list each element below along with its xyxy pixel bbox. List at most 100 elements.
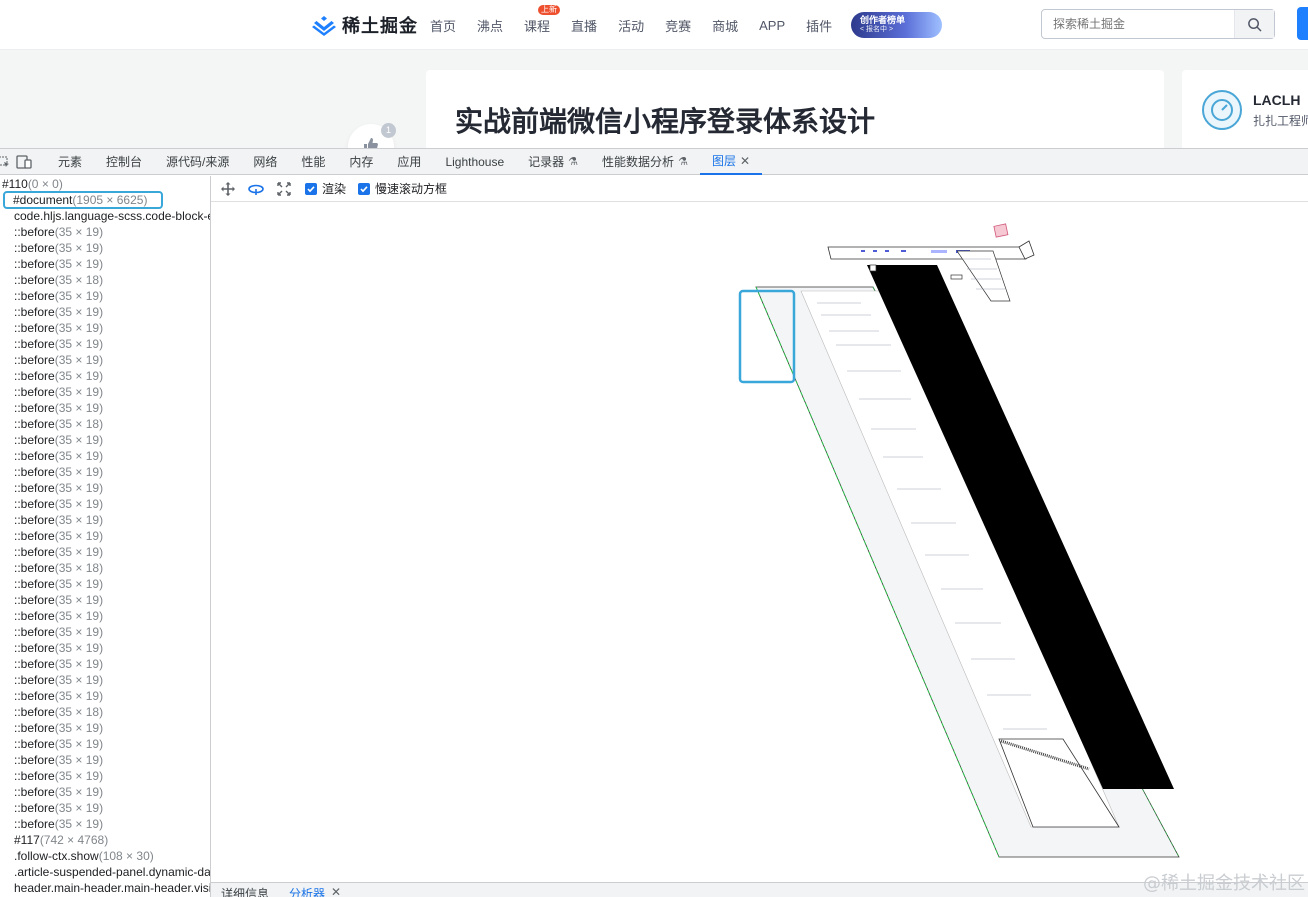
layer-tree-row[interactable]: ::before(35 × 19): [0, 320, 210, 336]
layer-tree-row[interactable]: ::before(35 × 19): [0, 224, 210, 240]
close-tab-icon[interactable]: ✕: [331, 885, 341, 897]
author-title: 扎扎工程师: [1253, 114, 1308, 128]
layer-tree-row[interactable]: ::before(35 × 19): [0, 688, 210, 704]
nav-item[interactable]: APP: [759, 18, 785, 33]
layer-tree-row[interactable]: ::before(35 × 19): [0, 352, 210, 368]
devtools-tab[interactable]: 源代码/来源: [154, 149, 241, 175]
nav-item[interactable]: 沸点: [477, 16, 503, 35]
nav-item[interactable]: 课程 上新: [524, 4, 561, 35]
creator-ranking-banner[interactable]: 创作者榜单 < 报名中 >: [851, 12, 942, 38]
device-toolbar-icon[interactable]: [16, 154, 32, 170]
nav-item[interactable]: 插件: [806, 16, 832, 35]
devtools-tab[interactable]: 元素: [46, 149, 94, 175]
layer-tree-row[interactable]: ::before(35 × 19): [0, 528, 210, 544]
devtools-tab[interactable]: Lighthouse: [433, 149, 516, 175]
layer-tree-row[interactable]: ::before(35 × 19): [0, 816, 210, 832]
nav-item[interactable]: 活动: [618, 16, 644, 35]
layer-size: (35 × 19): [54, 593, 104, 607]
layer-name: code.hljs.language-scss.code-block-exten…: [14, 209, 210, 223]
layer-tree-row[interactable]: ::before(35 × 19): [0, 752, 210, 768]
create-button-edge[interactable]: [1297, 7, 1308, 40]
close-tab-icon[interactable]: ✕: [740, 154, 750, 168]
pan-mode-button[interactable]: [219, 180, 237, 198]
layer-tree-row[interactable]: ::before(35 × 19): [0, 288, 210, 304]
layer-tree-row[interactable]: code.hljs.language-scss.code-block-exten…: [0, 208, 210, 224]
author-avatar[interactable]: [1202, 90, 1242, 130]
details-tab[interactable]: 详细信息: [211, 883, 279, 897]
layer-tree-row[interactable]: ::before(35 × 19): [0, 768, 210, 784]
layer-tree-row[interactable]: #110(0 × 0): [0, 176, 210, 192]
devtools-tab[interactable]: 记录器 ⚗: [516, 149, 590, 175]
checkbox-checked-icon: [358, 182, 371, 195]
layer-tree-row[interactable]: ::before(35 × 19): [0, 432, 210, 448]
layer-tree-row[interactable]: ::before(35 × 19): [0, 256, 210, 272]
nav-item[interactable]: 竞赛: [665, 16, 691, 35]
layer-tree-row[interactable]: ::before(35 × 18): [0, 704, 210, 720]
layer-tree-row[interactable]: ::before(35 × 19): [0, 304, 210, 320]
juejin-logo[interactable]: 稀土掘金: [311, 12, 418, 38]
layer-tree-row[interactable]: ::before(35 × 19): [0, 624, 210, 640]
layer-tree-row[interactable]: ::before(35 × 19): [0, 656, 210, 672]
layer-name: ::before: [14, 385, 55, 399]
layer-name: ::before: [14, 625, 55, 639]
layer-tree-row[interactable]: ::before(35 × 19): [0, 448, 210, 464]
layer-name: ::before: [14, 561, 55, 575]
layer-tree-row[interactable]: .follow-ctx.show(108 × 30): [0, 848, 210, 864]
layer-tree-row[interactable]: ::before(35 × 18): [0, 416, 210, 432]
nav-item-label: 沸点: [477, 18, 504, 34]
layer-tree[interactable]: #110(0 × 0) #document(1905 × 6625) code.hl…: [0, 176, 211, 897]
nav-item-label: 活动: [618, 18, 645, 34]
layer-tree-row[interactable]: ::before(35 × 19): [0, 784, 210, 800]
layer-size: (35 × 19): [54, 321, 104, 335]
layers-canvas[interactable]: [211, 203, 1308, 882]
nav-item[interactable]: 商城: [712, 16, 738, 35]
layer-tree-row[interactable]: ::before(35 × 19): [0, 368, 210, 384]
search-input[interactable]: [1042, 17, 1234, 31]
layer-tree-row[interactable]: ::before(35 × 19): [0, 640, 210, 656]
layer-tree-row[interactable]: ::before(35 × 18): [0, 272, 210, 288]
checkbox-checked-icon: [305, 182, 317, 195]
devtools-tab[interactable]: 性能: [289, 149, 337, 175]
author-name[interactable]: LACLH: [1253, 92, 1300, 108]
layer-tree-row[interactable]: header.main-header.main-header.visible: [0, 880, 210, 896]
layer-tree-row[interactable]: ::before(35 × 19): [0, 480, 210, 496]
layer-tree-row[interactable]: ::before(35 × 19): [0, 576, 210, 592]
nav-item-label: 直播: [571, 18, 598, 34]
layer-tree-row[interactable]: ::before(35 × 19): [0, 464, 210, 480]
layer-tree-row-selected[interactable]: #document(1905 × 6625): [3, 191, 163, 209]
layer-tree-row[interactable]: ::before(35 × 19): [0, 720, 210, 736]
layer-tree-row[interactable]: ::before(35 × 19): [0, 400, 210, 416]
details-tab[interactable]: 分析器 ✕: [279, 883, 351, 897]
search-button[interactable]: [1234, 10, 1274, 38]
layer-tree-row[interactable]: ::before(35 × 19): [0, 592, 210, 608]
layer-tree-row[interactable]: ::before(35 × 19): [0, 672, 210, 688]
rotate-mode-button[interactable]: [247, 180, 265, 198]
layer-tree-row[interactable]: ::before(35 × 19): [0, 512, 210, 528]
devtools-tab[interactable]: 内存: [337, 149, 385, 175]
layer-tree-row[interactable]: .article-suspended-panel.dynamic-data-re…: [0, 864, 210, 880]
slow-scroll-rects-checkbox[interactable]: 慢速滚动方框: [358, 180, 447, 197]
layer-tree-row[interactable]: ::before(35 × 19): [0, 800, 210, 816]
layer-tree-row[interactable]: ::before(35 × 18): [0, 560, 210, 576]
devtools-tab[interactable]: 图层 ✕: [699, 149, 763, 175]
layer-size: (35 × 19): [54, 465, 104, 479]
nav-item[interactable]: 首页: [430, 16, 456, 35]
layer-tree-row[interactable]: ::before(35 × 19): [0, 336, 210, 352]
layer-tree-row[interactable]: ::before(35 × 19): [0, 608, 210, 624]
devtools-tab[interactable]: 控制台: [94, 149, 154, 175]
layer-tree-row[interactable]: ::before(35 × 19): [0, 736, 210, 752]
devtools-tab[interactable]: 网络: [241, 149, 289, 175]
inspect-element-icon[interactable]: [0, 154, 12, 170]
nav-item[interactable]: 直播: [571, 16, 597, 35]
layer-tree-row[interactable]: ::before(35 × 19): [0, 240, 210, 256]
render-checkbox[interactable]: 渲染: [305, 180, 346, 197]
reset-transform-button[interactable]: [275, 180, 293, 198]
layer-tree-row[interactable]: #117(742 × 4768): [0, 832, 210, 848]
layer-tree-row[interactable]: ::before(35 × 19): [0, 544, 210, 560]
devtools-tab[interactable]: 性能数据分析 ⚗: [590, 149, 700, 175]
devtools-tab[interactable]: 应用: [385, 149, 433, 175]
layer-tree-row[interactable]: ::before(35 × 19): [0, 384, 210, 400]
layer-tree-row[interactable]: ::before(35 × 19): [0, 496, 210, 512]
layer-size: (35 × 19): [54, 673, 104, 687]
devtools-tab-label: 性能: [301, 155, 326, 169]
